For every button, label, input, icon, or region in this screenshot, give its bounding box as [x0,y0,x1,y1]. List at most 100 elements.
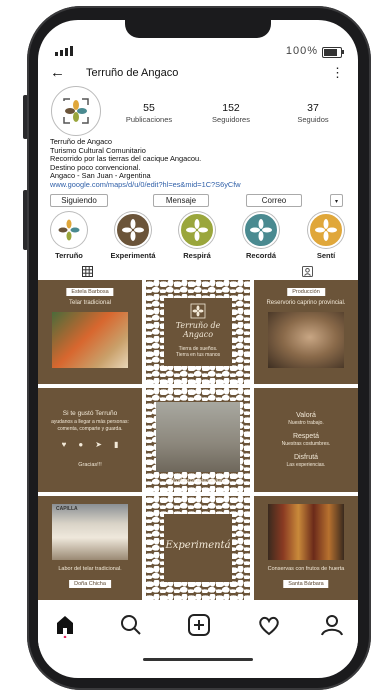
heart-icon: ♥ [61,440,67,449]
post-brand[interactable]: Terruño de Angaco Tierra de sueños. Tier… [146,280,250,384]
flower-icon [186,219,208,241]
highlight-cover [51,212,87,248]
share-line-1: ayudanos a llegar a más personas: [51,419,129,425]
flower-icon [122,219,144,241]
share-title: Si te gustó Terruño [62,410,118,417]
status-bar: 100% [38,42,358,60]
heart-icon[interactable] [256,612,282,638]
profile-header: ← Terruño de Angaco ⋮ [38,64,358,84]
highlight-cover [115,212,151,248]
bio-link[interactable]: www.google.com/maps/d/u/0/edit?hl=es&mid… [50,180,350,190]
stat-following[interactable]: 37 Seguidos [272,102,354,124]
post-tag: Doña Chicha [69,580,111,588]
post-experimenta[interactable]: Experimentá [146,496,250,600]
bottom-nav [38,600,358,648]
suggestions-dropdown-button[interactable]: ▾ [330,194,343,207]
following-button[interactable]: Siguiendo [50,194,108,207]
post-caption: Productos artesanales [170,478,226,484]
send-icon: ➤ [95,440,102,449]
highlight-label: Sentí [316,251,336,260]
profile-actions: Siguiendo Mensaje Correo ▾ [50,194,346,207]
post-tag: Santa Bárbara [283,580,329,588]
highlight-label: Experimentá [110,251,156,260]
signal-icon [55,46,73,56]
stat-followers-count: 152 [222,102,240,114]
highlight-terruno[interactable]: Terruño [44,212,94,260]
flower-icon [250,219,272,241]
stat-posts-label: Publicaciones [125,115,173,124]
email-button[interactable]: Correo [246,194,302,207]
highlight-senti[interactable]: Sentí [301,212,351,260]
post-tag: Producción [287,288,325,296]
post-artesanales[interactable]: Productos artesanales [146,388,250,492]
post-dona-chicha[interactable]: CAPILLA Labor del telar tradicional. Doñ… [38,496,142,600]
post-caption: Labor del telar tradicional. [58,566,122,572]
search-icon[interactable] [118,612,144,638]
share-actions: ♥ ● ➤ ▮ [38,440,142,449]
experimenta-panel: Experimentá [164,514,232,582]
highlight-label: Respirá [183,251,211,260]
post-tag: Estela Barbosa [66,288,114,296]
chapel-sign: CAPILLA [56,506,78,512]
profile-stats: 55 Publicaciones 152 Seguidores 37 Segui… [108,102,354,124]
highlight-label: Terruño [55,251,83,260]
story-highlights: Terruño Experimentá Respirá Recordá Sent… [38,212,358,264]
experimenta-title: Experimentá [165,540,231,551]
brand-wordmark: Terruño de Angaco [175,321,221,339]
highlight-recorda[interactable]: Recordá [236,212,286,260]
post-caption: Conservas con frutos de huerta [267,566,345,572]
posts-grid: Estela Barbosa Telar tradicional Terruño… [38,280,358,600]
avatar[interactable] [51,86,101,136]
flower-icon [315,219,337,241]
stat-following-count: 37 [307,102,319,114]
profile-tabs [38,266,358,278]
stat-posts-count: 55 [143,102,155,114]
stat-following-label: Seguidos [297,115,329,124]
brand-tagline-2: Tierra en tus manos [175,352,221,358]
highlight-cover [179,212,215,248]
chevron-down-icon: ▾ [334,199,338,205]
grid-icon[interactable] [82,266,93,277]
tagged-icon[interactable] [302,266,313,277]
battery-icon [322,47,344,58]
home-icon[interactable] [52,612,78,638]
post-photo [156,402,240,472]
share-line-2: comenta, comparte y guarda. [57,426,123,432]
flower-icon [190,303,206,319]
back-arrow-icon[interactable]: ← [50,64,65,81]
bookmark-icon: ▮ [113,440,119,449]
value-sub: Nuestras costumbres. [281,441,331,447]
post-share[interactable]: Si te gustó Terruño ayudanos a llegar a … [38,388,142,492]
home-indicator [143,658,253,661]
stat-followers[interactable]: 152 Seguidores [190,102,272,124]
phone-screen: 100% ← Terruño de Angaco ⋮ 55 Publicacio… [38,20,358,678]
post-valores[interactable]: Valorá Nuestro trabajo. Respetá Nuestras… [254,388,358,492]
more-options-icon[interactable]: ⋮ [331,65,344,81]
profile-icon[interactable] [319,612,345,638]
comment-icon: ● [78,440,84,449]
stat-followers-label: Seguidores [212,115,250,124]
post-photo [52,312,128,368]
value-word: Respetá [292,433,320,440]
post-photo: CAPILLA [52,504,128,560]
highlight-experimenta[interactable]: Experimentá [108,212,158,260]
highlight-label: Recordá [245,251,276,260]
profile-username: Terruño de Angaco [86,67,179,79]
post-conservas[interactable]: Conservas con frutos de huerta Santa Bár… [254,496,358,600]
post-photo [268,312,344,368]
highlight-cover [243,212,279,248]
value-word: Disfrutá [293,454,319,461]
stat-posts[interactable]: 55 Publicaciones [108,102,190,124]
message-button[interactable]: Mensaje [153,194,209,207]
brand-panel: Terruño de Angaco Tierra de sueños. Tier… [164,298,232,366]
post-caption: Telar tradicional [68,300,112,306]
battery-percent: 100% [285,45,318,57]
post-telar[interactable]: Estela Barbosa Telar tradicional [38,280,142,384]
profile-bio: Terruño de Angaco Turismo Cultural Comun… [50,137,350,190]
post-produccion[interactable]: Producción Reservorio caprino provincial… [254,280,358,384]
terruno-logo-icon [58,219,80,241]
value-word: Valorá [296,412,316,419]
new-post-icon[interactable] [186,612,212,638]
value-sub: Nuestro trabajo. [288,420,324,426]
highlight-respira[interactable]: Respirá [172,212,222,260]
